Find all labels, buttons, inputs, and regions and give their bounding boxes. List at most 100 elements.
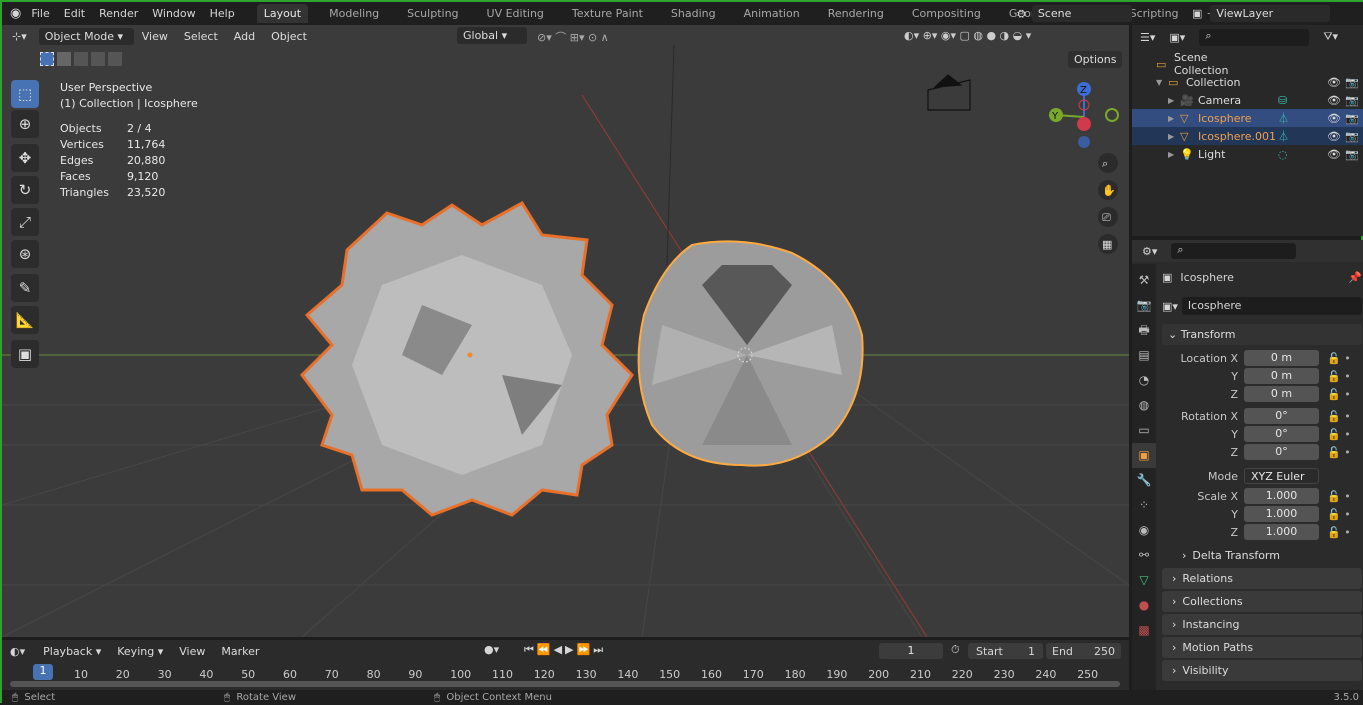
move-icon[interactable]: ✥: [11, 144, 39, 172]
menu-edit[interactable]: Edit: [64, 7, 85, 20]
orientation-dropdown[interactable]: Global ▾: [457, 27, 527, 44]
panel-instancing[interactable]: › Instancing: [1162, 614, 1362, 635]
location-y-field[interactable]: 0 m: [1244, 368, 1319, 384]
mode-dropdown[interactable]: Object Mode ▾: [38, 27, 134, 45]
menu-select[interactable]: Select: [184, 30, 218, 43]
lock-icon[interactable]: 🔓 •: [1327, 526, 1351, 539]
tab-animation[interactable]: Animation: [737, 4, 807, 23]
transform-panel-header[interactable]: ⌄ Transform: [1162, 324, 1362, 345]
cursor-icon[interactable]: ⊕: [11, 110, 39, 138]
outliner-item[interactable]: ▶ 🎥 Camera ⛁ 👁 📷: [1132, 91, 1363, 109]
material-tab-icon[interactable]: ●: [1132, 593, 1156, 618]
tab-layout[interactable]: Layout: [256, 4, 309, 23]
expand-arrow-icon[interactable]: ▶: [1168, 96, 1180, 105]
tab-shading[interactable]: Shading: [664, 4, 723, 23]
panel-visibility[interactable]: › Visibility: [1162, 660, 1362, 681]
expand-arrow-icon[interactable]: ▶: [1168, 114, 1180, 123]
render-camera-icon[interactable]: 📷: [1345, 148, 1359, 161]
particles-tab-icon[interactable]: ⁘: [1132, 493, 1156, 518]
tab-modeling[interactable]: Modeling: [322, 4, 386, 23]
data-tab-icon[interactable]: ▽: [1132, 568, 1156, 593]
properties-search-input[interactable]: ⌕: [1171, 243, 1297, 259]
panel-motion-paths[interactable]: › Motion Paths: [1162, 637, 1362, 658]
selection-mode-buttons[interactable]: [40, 52, 122, 66]
select-extend-icon[interactable]: [57, 52, 71, 66]
visibility-eye-icon[interactable]: 👁: [1327, 112, 1341, 125]
rotation-mode-dropdown[interactable]: XYZ Euler: [1244, 468, 1319, 484]
expand-arrow-icon[interactable]: ▶: [1168, 150, 1180, 159]
tab-sculpting[interactable]: Sculpting: [400, 4, 465, 23]
outliner-item[interactable]: ▶ 💡 Light ◌ 👁 📷: [1132, 145, 1363, 163]
select-box-icon[interactable]: ⬚: [11, 80, 39, 108]
timeline-scrollbar[interactable]: [10, 681, 1120, 687]
scale-z-field[interactable]: 1.000: [1244, 524, 1319, 540]
measure-icon[interactable]: 📐: [11, 306, 39, 334]
lock-icon[interactable]: 🔓 •: [1327, 428, 1351, 441]
lock-icon[interactable]: 🔓 •: [1327, 388, 1351, 401]
visibility-eye-icon[interactable]: 👁: [1327, 76, 1341, 89]
lock-icon[interactable]: 🔓 •: [1327, 352, 1351, 365]
outliner-item[interactable]: ▶ ▽ Icosphere.001 ⏃ 👁 📷: [1132, 127, 1363, 145]
menu-view[interactable]: View: [142, 30, 168, 43]
data-icon[interactable]: ⏃: [1278, 128, 1308, 144]
expand-arrow-icon[interactable]: ▶: [1168, 132, 1180, 141]
editor-type-icon[interactable]: ⊹▾: [12, 30, 27, 43]
playhead[interactable]: 1: [33, 664, 53, 680]
outliner-item[interactable]: ▭ Scene Collection: [1132, 51, 1363, 77]
menu-add[interactable]: Add: [234, 30, 255, 43]
menu-file[interactable]: File: [31, 7, 49, 20]
pin-icon[interactable]: 📌: [1348, 271, 1362, 284]
render-camera-icon[interactable]: 📷: [1345, 112, 1359, 125]
navigation-gizmo[interactable]: Z Y ⌕ ✋ ⎚ ▦: [1042, 77, 1127, 257]
scene-tab-icon[interactable]: ◔: [1132, 368, 1156, 393]
lock-icon[interactable]: 🔓 •: [1327, 370, 1351, 383]
outliner-search-input[interactable]: ⌕: [1199, 28, 1310, 46]
collection-tab-icon[interactable]: ▭: [1132, 418, 1156, 443]
viewlayer-selector[interactable]: ▣ ViewLayer: [1192, 4, 1344, 23]
modifier-tab-icon[interactable]: 🔧: [1132, 468, 1156, 493]
outliner-item[interactable]: ▶ ▽ Icosphere ⏃ 👁 📷: [1132, 109, 1363, 127]
transform-icon[interactable]: ⊛: [11, 240, 39, 268]
data-icon[interactable]: ⛁: [1278, 94, 1308, 107]
render-tab-icon[interactable]: 📷: [1132, 293, 1156, 318]
rotate-icon[interactable]: ↻: [11, 176, 39, 204]
rotation-y-field[interactable]: 0°: [1244, 426, 1319, 442]
scale-icon[interactable]: ⤢: [11, 208, 39, 236]
outliner-item[interactable]: ▼ ▭ Collection 👁 📷: [1132, 73, 1363, 91]
editor-type-icon[interactable]: ⚙▾: [1142, 245, 1157, 258]
data-icon[interactable]: ◌: [1278, 148, 1308, 161]
view-layer-tab-icon[interactable]: ▤: [1132, 343, 1156, 368]
lock-icon[interactable]: 🔓 •: [1327, 446, 1351, 459]
physics-tab-icon[interactable]: ◉: [1132, 518, 1156, 543]
output-tab-icon[interactable]: 🖶: [1132, 318, 1156, 343]
filter-view-icon[interactable]: ▣▾: [1169, 31, 1185, 44]
panel-relations[interactable]: › Relations: [1162, 568, 1362, 589]
lock-icon[interactable]: 🔓 •: [1327, 490, 1351, 503]
options-button[interactable]: Options: [1068, 51, 1123, 68]
filter-icon[interactable]: ⛛▾: [1323, 30, 1338, 44]
data-icon[interactable]: ⏃: [1278, 110, 1308, 126]
add-cube-icon[interactable]: ▣: [11, 340, 39, 368]
object-name-field[interactable]: Icosphere: [1181, 297, 1362, 315]
visibility-eye-icon[interactable]: 👁: [1327, 148, 1341, 161]
location-z-field[interactable]: 0 m: [1244, 386, 1319, 402]
shading-icons[interactable]: ◐▾ ⊕▾ ◉▾ ▢ ◍ ● ◑ ◒ ▾: [904, 29, 1031, 42]
texture-tab-icon[interactable]: ▩: [1132, 618, 1156, 643]
render-camera-icon[interactable]: 📷: [1345, 130, 1359, 143]
select-new-icon[interactable]: [40, 52, 54, 66]
display-mode-icon[interactable]: ☰▾: [1140, 31, 1155, 44]
visibility-eye-icon[interactable]: 👁: [1327, 94, 1341, 107]
constraints-tab-icon[interactable]: ⚯: [1132, 543, 1156, 568]
menu-render[interactable]: Render: [99, 7, 138, 20]
tab-rendering[interactable]: Rendering: [821, 4, 891, 23]
tab-texture-paint[interactable]: Texture Paint: [565, 4, 650, 23]
scene-selector[interactable]: ⛭ Scene: [1017, 4, 1146, 23]
world-tab-icon[interactable]: ◍: [1132, 393, 1156, 418]
tool-tab-icon[interactable]: ⚒: [1132, 268, 1156, 293]
scene-name[interactable]: Scene: [1031, 5, 1132, 22]
scale-x-field[interactable]: 1.000: [1244, 488, 1319, 504]
select-subtract-icon[interactable]: [74, 52, 88, 66]
scale-y-field[interactable]: 1.000: [1244, 506, 1319, 522]
menu-window[interactable]: Window: [152, 7, 195, 20]
object-tab-icon[interactable]: ▣: [1132, 443, 1156, 468]
